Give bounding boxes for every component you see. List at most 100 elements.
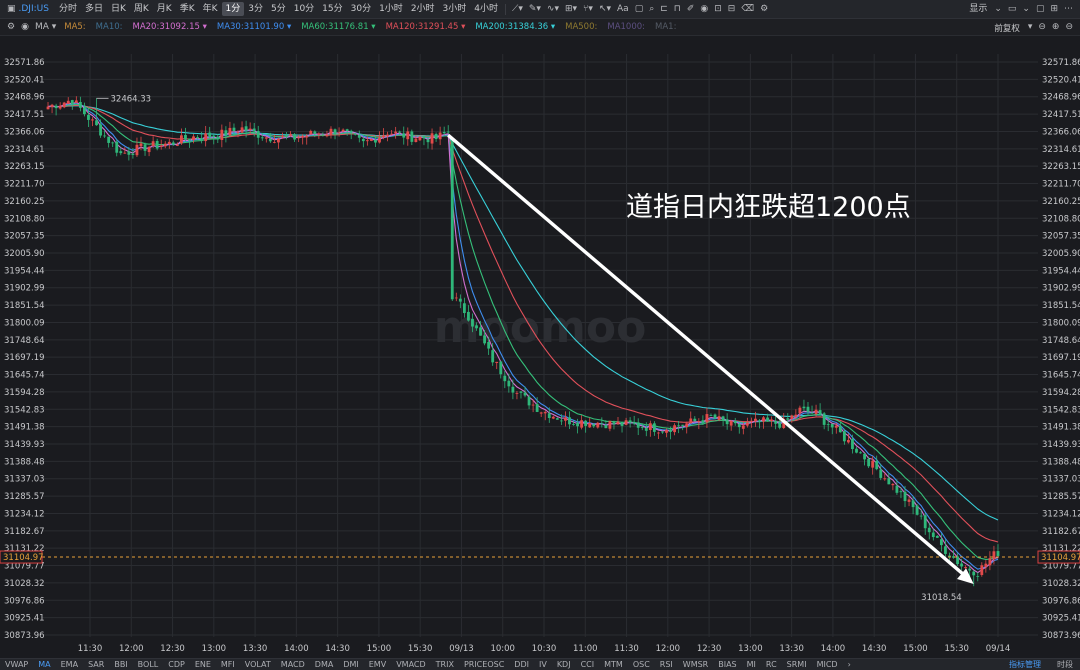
period-tab[interactable]: 月K (153, 0, 176, 19)
indicator-tab[interactable]: VMACD (391, 660, 430, 669)
period-tab[interactable]: 周K (130, 0, 153, 19)
indicator-tab[interactable]: DDI (509, 660, 534, 669)
note-icon[interactable]: ▢ (632, 0, 647, 19)
display-menu[interactable]: 显示 (965, 0, 991, 19)
period-tab[interactable]: 5分 (267, 0, 290, 19)
indicator-tab[interactable]: BBI (109, 660, 132, 669)
ma-legend-item[interactable]: MA5: (59, 22, 90, 32)
indicator-tab[interactable]: RSI (655, 660, 678, 669)
indicator-tab[interactable]: BOLL (133, 660, 164, 669)
candle-body (798, 407, 802, 414)
period-tab[interactable]: 年K (199, 0, 222, 19)
indicator-tab[interactable]: IV (534, 660, 552, 669)
settings-icon[interactable]: ⚙ (757, 0, 771, 19)
ma-legend-item[interactable]: MA60:31176.81 ▾ (296, 22, 380, 32)
candlestick-chart[interactable]: moomoo 32571.8632520.4132468.9632417.513… (0, 36, 1080, 658)
indicator-tab[interactable]: TRIX (431, 660, 459, 669)
period-tab[interactable]: 日K (107, 0, 130, 19)
chevron-down-icon[interactable]: ⌄ (1019, 0, 1033, 19)
indicator-tab[interactable]: ENE (190, 660, 216, 669)
search-icon[interactable]: ⌕ (646, 0, 657, 19)
indicator-tab[interactable]: MFI (216, 660, 240, 669)
indicator-tab[interactable]: CCI (576, 660, 600, 669)
indicator-tab[interactable]: SRMI (782, 660, 812, 669)
ma-legend-item[interactable]: MA30:31101.90 ▾ (212, 22, 296, 32)
ma-legend-item[interactable]: MA200:31384.36 ▾ (470, 22, 560, 32)
indicator-tab[interactable]: VWAP (0, 660, 33, 669)
edit-icon[interactable]: ✐ (684, 0, 698, 19)
indicator-tab[interactable]: MTM (599, 660, 628, 669)
zoom-in-icon[interactable]: ⊕ (1049, 19, 1063, 36)
ruler-icon[interactable]: ⊏ (657, 0, 671, 19)
shape-icon[interactable]: ⊞▾ (562, 0, 580, 19)
indicator-tab[interactable]: SAR (83, 660, 109, 669)
cursor-icon[interactable]: ↖▾ (596, 0, 614, 19)
indicator-tab[interactable]: DMI (338, 660, 363, 669)
wave-icon[interactable]: ∿▾ (544, 0, 562, 19)
eye-icon[interactable]: ◉ (697, 0, 711, 19)
window-icon[interactable]: ▭ (1005, 0, 1020, 19)
indicator-tab[interactable]: MA (33, 660, 55, 669)
indicator-tab[interactable]: OSC (628, 660, 655, 669)
period-tab[interactable]: 10分 (290, 0, 318, 19)
time-range-link[interactable]: 时段 (1052, 659, 1078, 670)
ma-legend-item[interactable]: MA120:31291.45 ▾ (381, 22, 471, 32)
period-tab[interactable]: 2小时 (407, 0, 439, 19)
indicator-tab[interactable]: CDP (163, 660, 190, 669)
indicator-tab[interactable]: WMSR (678, 660, 713, 669)
period-tab[interactable]: 季K (176, 0, 199, 19)
indicator-tab[interactable]: EMV (364, 660, 391, 669)
indicator-tab[interactable]: DMA (310, 660, 339, 669)
ma-legend-item[interactable]: MA1: (650, 22, 681, 32)
unlock-icon[interactable]: ⊟ (725, 0, 739, 19)
text-tool-icon[interactable]: Aa (614, 0, 632, 19)
period-tab[interactable]: 分时 (55, 0, 81, 19)
zoom-reset-icon[interactable]: ⊖ (1062, 19, 1076, 36)
indicator-tab[interactable]: KDJ (552, 660, 576, 669)
indicator-tab[interactable]: RC (761, 660, 782, 669)
ma-legend-item[interactable]: MA20:31092.15 ▾ (128, 22, 212, 32)
chevron-right-icon[interactable]: › (843, 660, 856, 669)
more-icon[interactable]: ⋯ (1061, 0, 1076, 19)
x-tick-label: 12:30 (697, 644, 722, 654)
zoom-out-icon[interactable]: ⊖ (1035, 19, 1049, 36)
maximize-icon[interactable]: ▢ (1033, 0, 1048, 19)
ma-indicator-name[interactable]: MA ▾ (32, 19, 59, 36)
layout-icon[interactable]: ⊞ (1047, 0, 1061, 19)
candle-body (806, 406, 810, 412)
eye-toggle-icon[interactable]: ◉ (18, 19, 32, 36)
indicator-tab[interactable]: MACD (276, 660, 310, 669)
indicator-tab[interactable]: BIAS (713, 660, 741, 669)
gear-icon[interactable]: ⚙ (4, 19, 18, 36)
candle-body (58, 105, 62, 109)
indicator-tab[interactable]: EMA (56, 660, 83, 669)
indicator-tab[interactable]: MI (742, 660, 761, 669)
ma-legend-item[interactable]: MA1000: (602, 22, 650, 32)
draw-line-icon[interactable]: ⟋▾ (509, 0, 526, 19)
lock-icon[interactable]: ⊡ (711, 0, 725, 19)
period-tab[interactable]: 15分 (318, 0, 346, 19)
period-tab[interactable]: 30分 (347, 0, 375, 19)
period-tabs: 分时 多日 日K 周K 月K 季K 年K 1分 3分 5分 10分 15分 30分 1小时 2小时 3小时 4小… (55, 0, 502, 19)
ma-legend-item[interactable]: MA10: (91, 22, 128, 32)
trash-icon[interactable]: ⌫ (738, 0, 757, 19)
period-tab[interactable]: 3小时 (439, 0, 471, 19)
sidebar-toggle-icon[interactable]: ▣ (4, 0, 19, 19)
adjust-dropdown-icon[interactable]: ▾ (1025, 19, 1036, 36)
magnet-icon[interactable]: ⊓ (671, 0, 684, 19)
adjust-menu[interactable]: 前复权 (989, 22, 1025, 34)
period-tab[interactable]: 1小时 (375, 0, 407, 19)
period-tab[interactable]: 4小时 (470, 0, 502, 19)
display-dropdown-icon[interactable]: ⌄ (991, 0, 1005, 19)
ma-legend-item[interactable]: MA500: (560, 22, 602, 32)
period-tab[interactable]: 3分 (244, 0, 267, 19)
indicator-tab[interactable]: PRICEOSC (459, 660, 509, 669)
period-tab[interactable]: 1分 (221, 2, 245, 16)
indicator-tab[interactable]: VOLAT (240, 660, 276, 669)
indicator-manage-link[interactable]: 指标管理 (1004, 659, 1046, 670)
indicator-tab[interactable]: MICD (812, 660, 843, 669)
fork-icon[interactable]: ⑂▾ (580, 0, 596, 19)
symbol-label[interactable]: .DJI:US (19, 4, 55, 14)
period-tab[interactable]: 多日 (81, 0, 107, 19)
pen-icon[interactable]: ✎▾ (526, 0, 544, 19)
